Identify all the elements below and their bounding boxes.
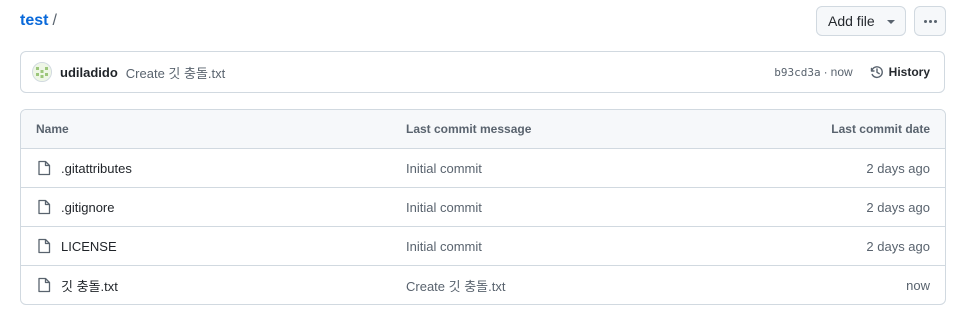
file-link[interactable]: 깃 충돌.txt [61,276,118,295]
kebab-horizontal-icon [923,19,937,23]
commit-meta: b93cd3a · now History [774,64,930,80]
file-name-cell: .gitattributes [21,160,406,176]
file-table: Name Last commit message Last commit dat… [20,109,946,305]
commit-message-cell: Initial commit [406,161,730,176]
commit-message-link[interactable]: Initial commit [406,239,482,254]
header-date: Last commit date [831,122,930,136]
top-actions: Add file [816,6,946,36]
file-link[interactable]: .gitattributes [61,161,132,176]
commit-message[interactable]: Create 깃 충돌.txt [126,63,225,82]
commit-date-cell: now [906,277,930,293]
file-icon [36,199,52,215]
commit-author[interactable]: udiladido [60,65,118,80]
commit-dot: · [823,65,828,79]
commit-message-cell: Initial commit [406,200,730,215]
file-name-cell: 깃 충돌.txt [21,276,406,295]
table-row[interactable]: .gitignore Initial commit 2 days ago [21,187,945,226]
commit-date-cell: 2 days ago [866,199,930,215]
header-name: Name [36,122,69,136]
commit-date-cell: 2 days ago [866,160,930,176]
latest-commit-box: udiladido Create 깃 충돌.txt b93cd3a · now … [20,51,945,93]
file-icon [36,238,52,254]
table-row[interactable]: LICENSE Initial commit 2 days ago [21,226,945,265]
breadcrumb: test / [20,11,57,31]
add-file-button[interactable]: Add file [816,6,906,36]
commit-message-link[interactable]: Initial commit [406,200,482,215]
avatar[interactable] [32,62,52,82]
history-label: History [888,65,930,79]
header-message: Last commit message [406,122,532,136]
file-link[interactable]: LICENSE [61,239,117,254]
table-header: Name Last commit message Last commit dat… [21,110,945,148]
commit-message-link[interactable]: Initial commit [406,161,482,176]
commit-message-link[interactable]: Create 깃 충돌.txt [406,279,505,294]
commit-time: now [830,65,853,79]
history-icon [870,66,883,79]
chevron-down-icon [887,20,895,24]
file-link[interactable]: .gitignore [61,200,114,215]
repo-link[interactable]: test [20,11,48,31]
commit-sha[interactable]: b93cd3a [774,66,820,79]
breadcrumb-separator: / [52,12,57,29]
more-options-button[interactable] [914,6,946,36]
commit-message-cell: Create 깃 충돌.txt [406,276,730,295]
file-icon [36,160,52,176]
table-row[interactable]: .gitattributes Initial commit 2 days ago [21,148,945,187]
table-row[interactable]: 깃 충돌.txt Create 깃 충돌.txt now [21,265,945,304]
commit-date-cell: 2 days ago [866,238,930,254]
add-file-label: Add file [828,13,875,29]
file-name-cell: .gitignore [21,199,406,215]
file-icon [36,277,52,293]
identicon-icon [33,63,51,81]
file-name-cell: LICENSE [21,238,406,254]
history-button[interactable]: History [869,64,930,80]
repo-page: test / Add file udiladido Create 깃 충돌.tx… [0,0,956,323]
commit-message-cell: Initial commit [406,239,730,254]
